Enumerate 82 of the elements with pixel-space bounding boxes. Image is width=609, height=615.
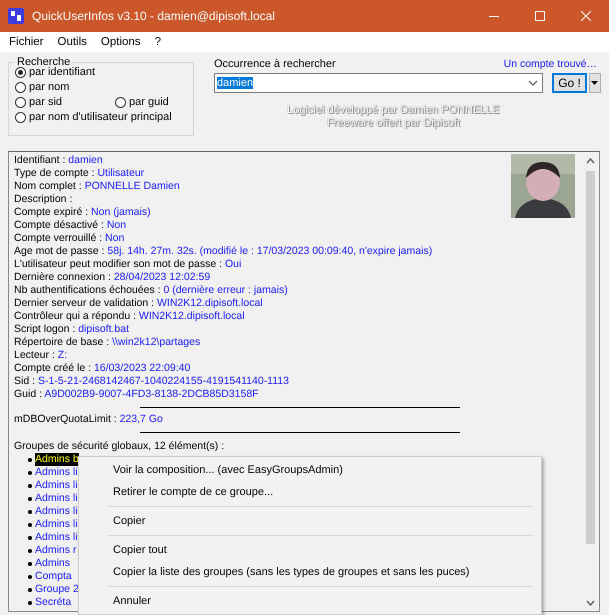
info-line: mDBOverQuotaLimit : 223,7 Go xyxy=(14,413,164,426)
context-menu-item[interactable]: Copier xyxy=(79,510,541,532)
dropdown-icon[interactable] xyxy=(528,80,538,86)
group-link[interactable]: Admins li xyxy=(35,518,78,531)
context-menu-item[interactable]: Copier tout xyxy=(79,539,541,561)
info-line: Type de compte : Utilisateur xyxy=(14,167,146,180)
credit-text: Freeware offert par Dipisoft xyxy=(326,117,462,130)
context-menu-item[interactable]: Annuler xyxy=(79,590,541,612)
window-title: QuickUserInfos v3.10 - damien@dipisoft.local xyxy=(32,9,276,23)
info-line: Compte créé le : 16/03/2023 22:09:40 xyxy=(14,362,192,375)
menu-item[interactable]: Outils xyxy=(50,36,94,48)
radio-label[interactable]: par identifiant xyxy=(29,66,96,78)
info-line: Compte verrouillé : Non xyxy=(14,232,126,245)
options-dropdown-button[interactable] xyxy=(588,73,602,93)
info-line: Compte désactivé : Non xyxy=(14,219,128,232)
group-link[interactable]: Admins r xyxy=(35,544,76,557)
close-icon xyxy=(581,11,591,21)
status-link[interactable]: Un compte trouvé… xyxy=(504,58,597,70)
group-title: Recherche xyxy=(16,56,70,68)
bullet-icon xyxy=(28,470,32,474)
bullet-icon xyxy=(28,562,32,566)
scroll-up-icon[interactable] xyxy=(586,158,595,164)
info-line: L'utilisateur peut modifier son mot de passe : Oui xyxy=(14,258,242,271)
menu-item[interactable]: Fichier xyxy=(2,36,51,48)
info-line: Script logon : dipisoft.bat xyxy=(14,323,130,336)
group-link[interactable]: Admins li xyxy=(35,531,78,544)
bullet-icon xyxy=(28,510,32,514)
maximize-icon xyxy=(535,11,545,21)
bullet-icon xyxy=(28,548,32,552)
radio-button[interactable] xyxy=(15,96,26,108)
info-line: Compte expiré : Non (jamais) xyxy=(14,206,152,219)
radio-label[interactable]: par nom d'utilisateur principal xyxy=(29,111,172,123)
context-menu-item[interactable]: Voir la composition... (avec EasyGroupsAdmin) xyxy=(79,459,541,481)
scroll-down-icon[interactable] xyxy=(586,600,595,606)
group-link[interactable]: Compta xyxy=(35,570,72,583)
scroll-thumb[interactable] xyxy=(586,171,595,544)
group-link[interactable]: Admins li xyxy=(35,492,78,505)
group-link[interactable]: Admins li xyxy=(35,505,78,518)
info-line: Age mot de passe : 58j. 14h. 27m. 32s. (modifié le : 17/03/2023 00:09:40, n'expire jamais) xyxy=(14,245,434,258)
info-line: Contrôleur qui a répondu : WIN2K12.dipisoft.local xyxy=(14,310,246,323)
radio-label[interactable]: par nom xyxy=(29,81,70,93)
info-line: Dernier serveur de validation : WIN2K12.dipisoft.local xyxy=(14,297,264,310)
context-menu-item[interactable]: Copier la liste des groupes (sans les types de groupes et sans les puces) xyxy=(79,561,541,583)
app-icon xyxy=(8,8,24,24)
info-line: Sid : S-1-5-21-2468142467-1040224155-4191541140-1113 xyxy=(14,375,290,388)
group-link[interactable]: Admins li xyxy=(35,466,78,479)
bullet-icon xyxy=(28,574,32,578)
field-label: Occurrence à rechercher xyxy=(214,58,336,70)
radio-button[interactable] xyxy=(115,96,126,108)
bullet-icon xyxy=(28,458,32,462)
info-line: Guid : A9D002B9-9007-4FD3-8138-2DCB85D3158F xyxy=(14,388,260,401)
group-link[interactable]: Admins li xyxy=(35,479,78,492)
bullet-icon xyxy=(28,496,32,500)
info-line: Lecteur : Z: xyxy=(14,349,68,362)
groups-heading: Groupes de sécurité globaux, 12 élément(s) : xyxy=(14,440,226,453)
bullet-icon xyxy=(28,600,32,604)
menu-item[interactable]: ? xyxy=(148,36,168,48)
info-line: Dernière connexion : 28/04/2023 12:02:59 xyxy=(14,271,212,284)
info-line: Répertoire de base : \\win2k12\partages xyxy=(14,336,202,349)
bullet-icon xyxy=(28,536,32,540)
radio-label[interactable]: par guid xyxy=(129,96,169,108)
bullet-icon xyxy=(28,522,32,526)
info-line: Nom complet : PONNELLE Damien xyxy=(14,180,181,193)
bullet-icon xyxy=(28,484,32,488)
radio-label[interactable]: par sid xyxy=(29,96,62,108)
info-line: Nb authentifications échouées : 0 (dernière erreur : jamais) xyxy=(14,284,289,297)
search-combo[interactable]: damien xyxy=(214,73,544,93)
menu-item[interactable]: Options xyxy=(94,36,148,48)
group-link[interactable]: Groupe 2 xyxy=(35,583,79,596)
info-line: Identifiant : damien xyxy=(14,154,104,167)
context-menu-item[interactable]: Retirer le compte de ce groupe... xyxy=(79,481,541,503)
group-link[interactable]: Admins b xyxy=(35,453,79,466)
bullet-icon xyxy=(28,588,32,592)
group-link[interactable]: Secréta xyxy=(35,596,72,609)
radio-button[interactable] xyxy=(15,82,26,92)
caret-icon xyxy=(591,81,598,85)
info-line: Description : xyxy=(14,193,74,206)
go-button[interactable]: Go ! xyxy=(552,73,587,93)
radio-button[interactable] xyxy=(15,66,26,78)
group-link[interactable]: Admins xyxy=(35,557,70,570)
radio-button[interactable] xyxy=(15,112,26,122)
credit-text: Logiciel développé par Damien PONNELLE xyxy=(286,104,502,116)
